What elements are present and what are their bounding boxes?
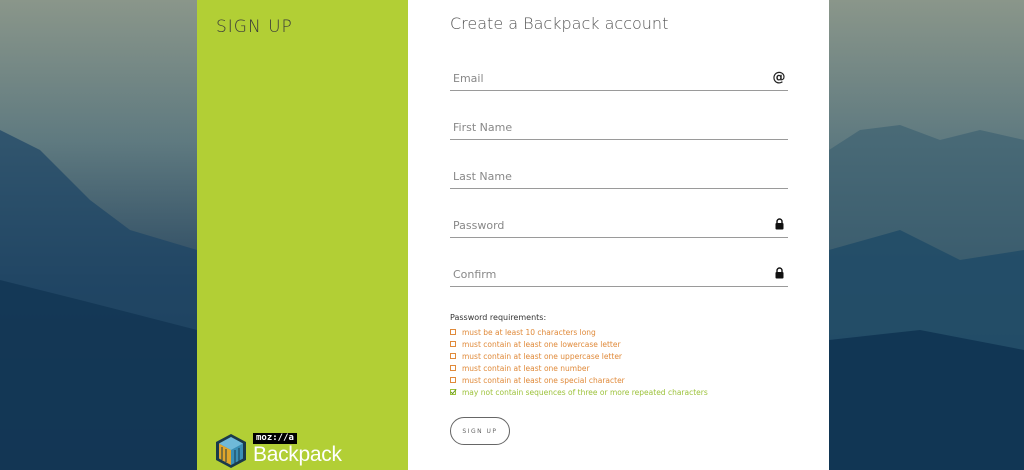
requirement-item: must contain at least one lowercase lett…	[450, 338, 708, 350]
email-field: @	[450, 66, 788, 91]
last-name-input[interactable]	[450, 165, 753, 187]
sidebar-title: SIGN UP	[216, 17, 293, 37]
email-input[interactable]	[450, 67, 753, 89]
password-input[interactable]	[450, 214, 753, 236]
unchecked-box-icon	[450, 341, 456, 347]
sidebar-panel: SIGN UP moz://a Backpack	[197, 0, 408, 470]
logo-wordmark: moz://a Backpack	[253, 431, 353, 469]
signup-form-panel: Create a Backpack account @ Password req…	[408, 0, 829, 470]
confirm-password-field	[450, 262, 788, 287]
backpack-logo: moz://a Backpack	[215, 429, 353, 469]
logo-name: Backpack	[253, 443, 342, 466]
form-title: Create a Backpack account	[450, 14, 669, 33]
lock-icon	[772, 266, 786, 280]
first-name-input[interactable]	[450, 116, 753, 138]
checked-box-icon	[450, 389, 456, 395]
unchecked-box-icon	[450, 353, 456, 359]
backpack-logo-icon	[216, 434, 246, 468]
requirement-item: must contain at least one number	[450, 362, 708, 374]
last-name-field	[450, 164, 788, 189]
confirm-password-input[interactable]	[450, 263, 753, 285]
at-icon: @	[772, 69, 786, 85]
requirement-item: may not contain sequences of three or mo…	[450, 386, 708, 398]
first-name-field	[450, 115, 788, 140]
unchecked-box-icon	[450, 329, 456, 335]
signup-button[interactable]: SIGN UP	[450, 417, 510, 445]
password-field	[450, 213, 788, 238]
requirement-item: must contain at least one uppercase lett…	[450, 350, 708, 362]
unchecked-box-icon	[450, 365, 456, 371]
password-requirements-list: must be at least 10 characters long must…	[450, 326, 708, 398]
lock-icon	[772, 217, 786, 231]
unchecked-box-icon	[450, 377, 456, 383]
requirement-item: must be at least 10 characters long	[450, 326, 708, 338]
password-requirements-title: Password requirements:	[450, 313, 547, 322]
requirement-item: must contain at least one special charac…	[450, 374, 708, 386]
